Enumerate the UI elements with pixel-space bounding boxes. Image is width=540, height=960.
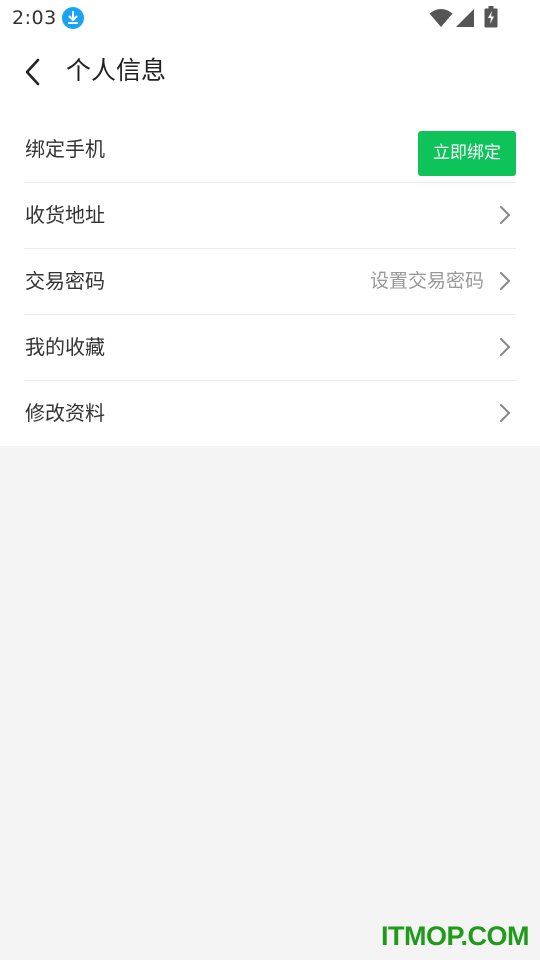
chevron-right-icon [500,272,510,290]
bind-phone-row: 绑定手机 立即绑定 [0,116,540,182]
list-item-my-favorites[interactable]: 我的收藏 [0,314,540,380]
list-item-edit-profile[interactable]: 修改资料 [0,380,540,446]
list-item-label: 我的收藏 [25,335,105,359]
chevron-right-icon [500,206,510,224]
list-item-label: 交易密码 [25,269,105,293]
list-item-label: 修改资料 [25,401,105,425]
watermark: ITMOP.COM [381,921,530,951]
list-item-label: 收货地址 [25,203,105,227]
chevron-right-icon [500,338,510,356]
page-title: 个人信息 [66,56,167,85]
list-item-shipping-address[interactable]: 收货地址 [0,182,540,248]
bind-now-button[interactable]: 立即绑定 [418,131,516,176]
chevron-right-icon [500,404,510,422]
status-time: 2:03 [12,7,57,29]
header: 个人信息 [0,36,540,108]
download-icon [62,7,84,29]
settings-menu: 绑定手机 立即绑定 收货地址 交易密码 设置交易密码 我的收藏 修改资料 [0,108,540,446]
status-bar: 2:03 [0,0,540,36]
chevron-left-icon[interactable] [18,56,48,88]
bind-phone-label: 绑定手机 [25,137,105,161]
battery-icon [484,6,498,28]
wifi-icon [429,9,453,27]
list-item-value: 设置交易密码 [369,270,484,292]
signal-icon [456,9,474,27]
list-item-trade-password[interactable]: 交易密码 设置交易密码 [0,248,540,314]
